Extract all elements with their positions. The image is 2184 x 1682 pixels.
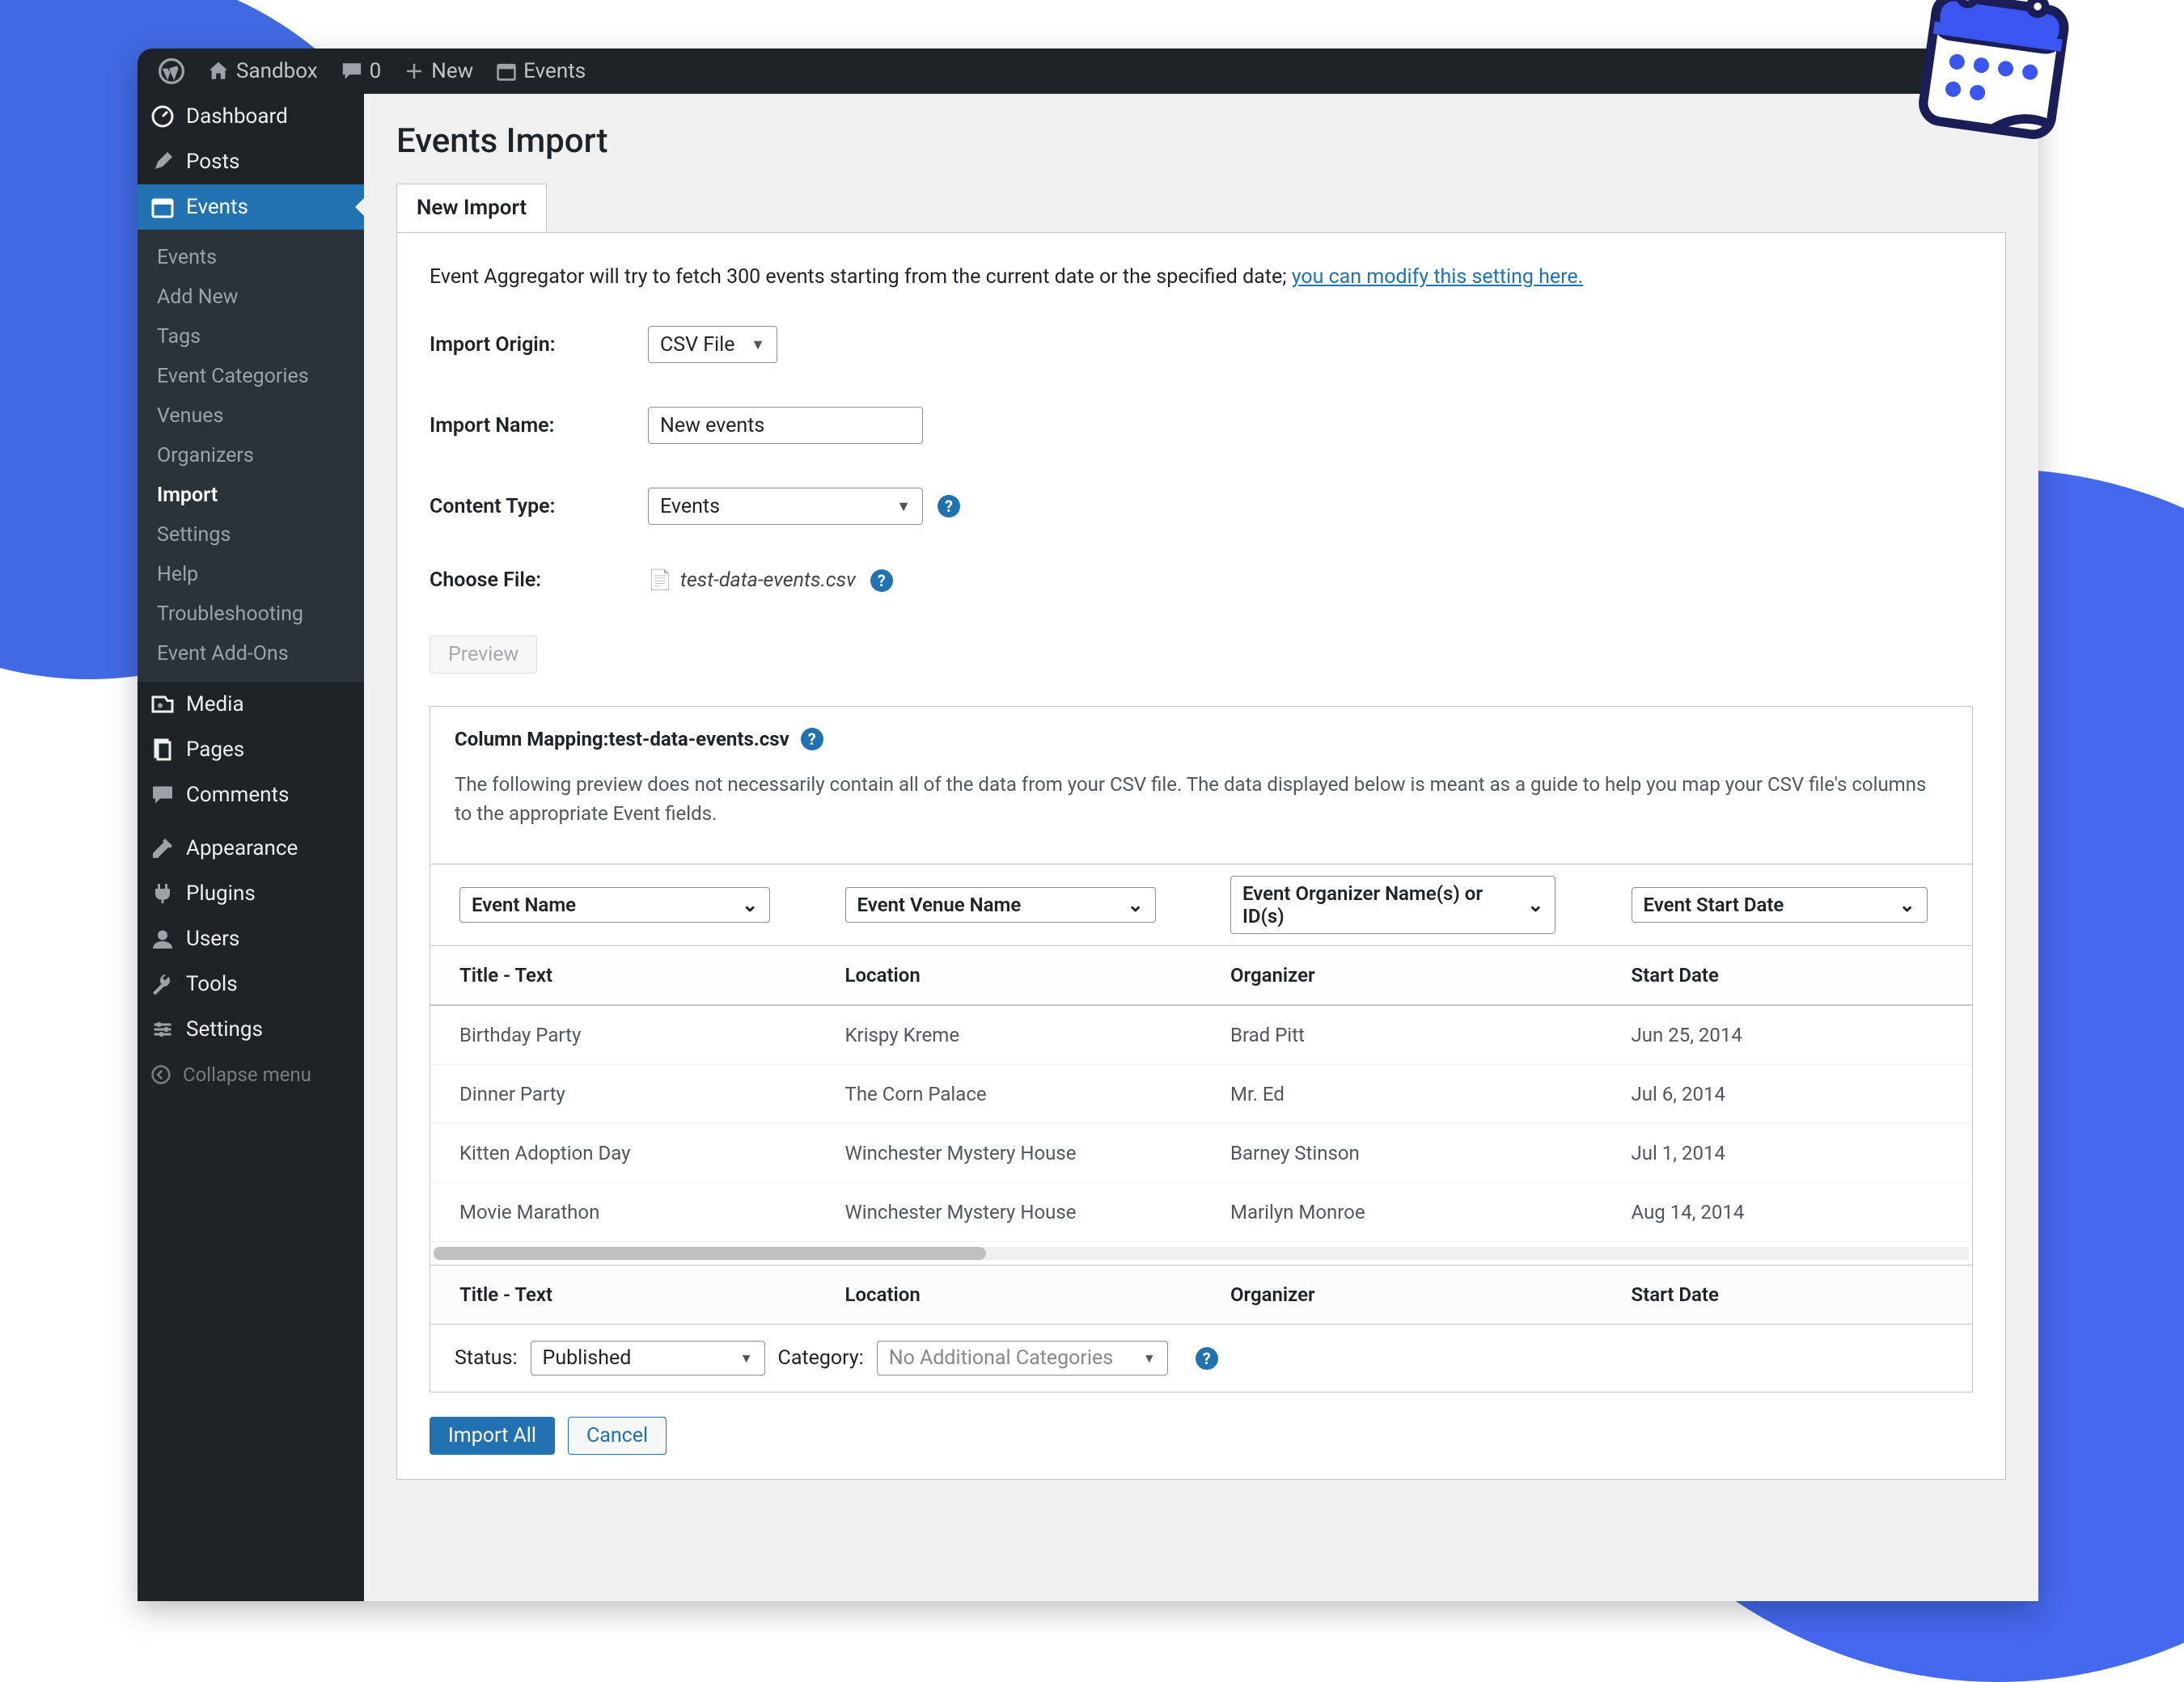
sidebar-subitem-tags[interactable]: Tags <box>138 317 364 357</box>
sidebar-item-media[interactable]: Media <box>138 682 364 727</box>
column-select-3[interactable]: Event Organizer Name(s) or ID(s)⌄ <box>1230 876 1555 934</box>
csv-header: Organizer <box>1201 946 1602 1006</box>
sidebar-subitem-add-new[interactable]: Add New <box>138 277 364 317</box>
horizontal-scrollbar[interactable] <box>434 1247 1969 1260</box>
help-icon[interactable]: ? <box>801 728 823 750</box>
help-icon[interactable]: ? <box>938 495 960 518</box>
chevron-down-icon: ▼ <box>751 336 765 353</box>
csv-header: Location <box>816 946 1202 1006</box>
sidebar-subitem-settings[interactable]: Settings <box>138 515 364 555</box>
site-name-link[interactable]: Sandbox <box>196 49 329 94</box>
chevron-down-icon: ⌄ <box>1899 894 1915 916</box>
column-select-1[interactable]: Event Name⌄ <box>459 887 770 923</box>
chevron-down-icon: ⌄ <box>742 894 758 916</box>
column-mapping-table: Event Name⌄ Event Venue Name⌄ Event Orga… <box>430 864 1972 1242</box>
import-origin-select[interactable]: CSV File▼ <box>648 326 777 363</box>
sidebar-subitem-events[interactable]: Events <box>138 238 364 277</box>
sidebar-item-settings[interactable]: Settings <box>138 1007 364 1052</box>
table-row: Dinner PartyThe Corn PalaceMr. EdJul 6, … <box>430 1065 1972 1124</box>
csv-header: Title - Text <box>430 946 816 1006</box>
sidebar-item-pages[interactable]: Pages <box>138 727 364 772</box>
sidebar-submenu-events: Events Add New Tags Event Categories Ven… <box>138 230 364 682</box>
chevron-down-icon: ▼ <box>1143 1350 1156 1367</box>
page-title: Events Import <box>396 121 2006 161</box>
sidebar-subitem-import[interactable]: Import <box>138 475 364 515</box>
sidebar-subitem-addons[interactable]: Event Add-Ons <box>138 634 364 674</box>
sidebar-subitem-venues[interactable]: Venues <box>138 396 364 436</box>
sidebar-item-plugins[interactable]: Plugins <box>138 871 364 916</box>
wordpress-admin-window: Sandbox 0 New Events den Dashboard Posts… <box>138 49 2038 1601</box>
content-type-label: Content Type: <box>430 495 648 518</box>
decorative-calendar-icon <box>1917 0 2071 146</box>
content-area: Events Import New Import Event Aggregato… <box>364 94 2038 1601</box>
document-icon <box>648 568 680 592</box>
column-select-4[interactable]: Event Start Date⌄ <box>1632 887 1928 923</box>
csv-header: Start Date <box>1602 946 1972 1006</box>
status-label: Status: <box>455 1346 518 1370</box>
sidebar-item-appearance[interactable]: Appearance <box>138 826 364 871</box>
file-name: test-data-events.csv <box>680 568 856 592</box>
column-select-2[interactable]: Event Venue Name⌄ <box>845 887 1156 923</box>
sidebar-item-comments[interactable]: Comments <box>138 772 364 818</box>
choose-file-label: Choose File: <box>430 568 648 592</box>
import-origin-label: Import Origin: <box>430 333 648 357</box>
category-label: Category: <box>778 1346 864 1370</box>
help-icon[interactable]: ? <box>870 569 893 592</box>
comments-link[interactable]: 0 <box>329 49 393 94</box>
help-icon[interactable]: ? <box>1196 1347 1218 1370</box>
sidebar-item-dashboard[interactable]: Dashboard <box>138 94 364 139</box>
sidebar-subitem-troubleshooting[interactable]: Troubleshooting <box>138 594 364 634</box>
settings-link[interactable]: you can modify this setting here. <box>1292 265 1584 289</box>
cancel-button[interactable]: Cancel <box>568 1417 667 1455</box>
sidebar-item-users[interactable]: Users <box>138 916 364 961</box>
preview-button[interactable]: Preview <box>430 636 537 674</box>
events-link[interactable]: Events <box>485 49 597 94</box>
collapse-menu-button[interactable]: Collapse menu <box>138 1052 364 1097</box>
table-row: Movie MarathonWinchester Mystery HouseMa… <box>430 1183 1972 1242</box>
content-type-select[interactable]: Events▼ <box>648 488 923 525</box>
chevron-down-icon: ▼ <box>896 498 911 515</box>
chevron-down-icon: ⌄ <box>1128 894 1144 916</box>
column-mapping-title: Column Mapping: test-data-events.csv? <box>455 728 1948 750</box>
intro-text: Event Aggregator will try to fetch 300 e… <box>430 265 1973 289</box>
sidebar-item-tools[interactable]: Tools <box>138 961 364 1007</box>
admin-bar: Sandbox 0 New Events den <box>138 49 2038 94</box>
sidebar-subitem-help[interactable]: Help <box>138 555 364 594</box>
column-mapping-panel: Column Mapping: test-data-events.csv? Th… <box>430 706 1973 1393</box>
chevron-down-icon: ⌄ <box>1527 894 1543 916</box>
table-row: Birthday PartyKrispy KremeBrad PittJun 2… <box>430 1005 1972 1065</box>
sidebar-subitem-categories[interactable]: Event Categories <box>138 357 364 396</box>
status-select[interactable]: Published▼ <box>531 1341 765 1376</box>
import-name-label: Import Name: <box>430 414 648 437</box>
table-row: Kitten Adoption DayWinchester Mystery Ho… <box>430 1124 1972 1183</box>
chevron-down-icon: ▼ <box>740 1350 753 1367</box>
column-mapping-desc: The following preview does not necessari… <box>455 770 1948 828</box>
new-link[interactable]: New <box>392 49 485 94</box>
sidebar-item-posts[interactable]: Posts <box>138 139 364 184</box>
import-all-button[interactable]: Import All <box>430 1417 555 1455</box>
import-name-input[interactable]: New events <box>648 407 923 444</box>
admin-sidebar: Dashboard Posts Events Events Add New Ta… <box>138 94 364 1601</box>
category-select[interactable]: No Additional Categories▼ <box>877 1341 1168 1376</box>
tab-new-import[interactable]: New Import <box>396 184 547 232</box>
sidebar-subitem-organizers[interactable]: Organizers <box>138 436 364 475</box>
import-panel: Event Aggregator will try to fetch 300 e… <box>396 232 2006 1480</box>
sidebar-item-events[interactable]: Events <box>138 184 364 230</box>
wp-logo-icon[interactable] <box>147 49 196 94</box>
